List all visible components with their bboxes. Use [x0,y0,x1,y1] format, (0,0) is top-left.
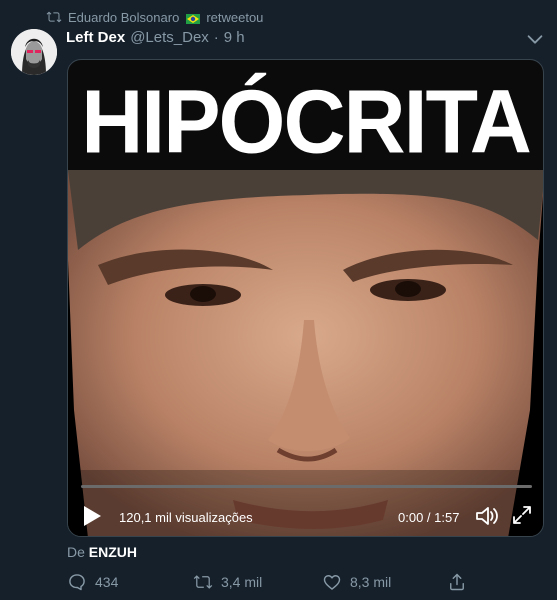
retweet-icon [46,11,62,23]
video-progress-bar[interactable] [81,485,532,488]
reply-button[interactable]: 434 [67,570,118,594]
like-button[interactable]: 8,3 mil [322,570,391,594]
play-icon[interactable] [81,504,103,528]
view-count: 120,1 mil visualizações [119,510,253,525]
video-overlay-text: HIPÓCRITA [81,71,532,173]
separator-dot: · [213,29,219,46]
retweet-context: Eduardo Bolsonaro retweetou [46,8,263,26]
media-source: De ENZUH [67,544,137,560]
author-name[interactable]: Left Dex [66,29,125,46]
fullscreen-icon[interactable] [511,504,533,526]
brazil-flag-icon [186,12,201,24]
reply-count: 434 [95,574,119,590]
author-handle[interactable]: @Lets_Dex [130,29,209,46]
video-frame-face [68,170,543,536]
tweet-header: Left Dex @Lets_Dex · 9 h [66,29,245,46]
retweeter-name[interactable]: Eduardo Bolsonaro [68,10,179,25]
reply-icon [69,574,85,591]
volume-icon[interactable] [474,504,500,528]
retweet-count: 3,4 mil [221,574,263,590]
source-name[interactable]: ENZUH [89,544,137,560]
chevron-down-icon[interactable] [524,28,546,50]
tweet-time[interactable]: 9 h [224,29,245,46]
like-count: 8,3 mil [350,574,392,590]
tweet-actions: 434 3,4 mil 8,3 mil [67,570,467,594]
source-prefix: De [67,544,85,560]
video-player[interactable]: HIPÓCRITA 120,1 mil visualizações 0:00 /… [67,59,544,537]
tweet[interactable]: Eduardo Bolsonaro retweetou Left Dex @Le… [0,0,557,600]
video-time: 0:00 / 1:57 [398,510,460,525]
like-icon [323,575,341,590]
retweet-action: retweetou [206,9,264,25]
retweet-button[interactable]: 3,4 mil [193,570,262,594]
share-icon [450,573,464,591]
share-button[interactable] [447,570,467,594]
avatar[interactable] [11,29,57,75]
video-controls: 120,1 mil visualizações 0:00 / 1:57 [68,496,543,536]
retweet-icon [193,575,213,589]
